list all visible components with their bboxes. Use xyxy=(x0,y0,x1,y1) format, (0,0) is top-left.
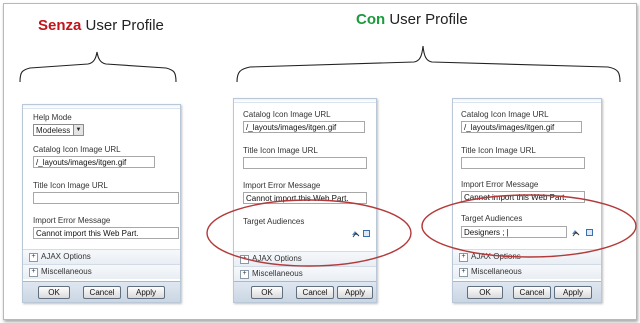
panel-con-empty: Catalog Icon Image URL /_layouts/images/… xyxy=(233,98,377,303)
ajax-options-section[interactable]: + AJAX Options xyxy=(23,249,180,264)
ok-button[interactable]: OK xyxy=(38,286,70,299)
expand-plus-icon[interactable]: + xyxy=(240,270,249,279)
import-error-input[interactable]: Cannot import this Web Part. xyxy=(243,192,367,204)
catalog-icon-input[interactable]: /_layouts/images/itgen.gif xyxy=(461,121,582,133)
catalog-icon-label: Catalog Icon Image URL xyxy=(461,110,549,119)
left-curly-bracket xyxy=(19,51,177,83)
button-bar: OK Cancel Apply xyxy=(234,281,376,302)
miscellaneous-section[interactable]: + Miscellaneous xyxy=(23,264,180,279)
import-error-input[interactable]: Cannot import this Web Part. xyxy=(33,227,179,239)
help-mode-select[interactable]: Modeless ▼ xyxy=(33,124,84,136)
cancel-button[interactable]: Cancel xyxy=(296,286,334,299)
title-icon-input[interactable] xyxy=(33,192,179,204)
miscellaneous-label: Miscellaneous xyxy=(471,267,522,276)
dropdown-arrow-icon: ▼ xyxy=(73,125,83,135)
catalog-icon-label: Catalog Icon Image URL xyxy=(243,110,331,119)
panel-top-edge xyxy=(453,99,601,103)
check-names-icon[interactable] xyxy=(571,228,580,237)
import-error-input[interactable]: Cannot import this Web Part. xyxy=(461,191,585,203)
ajax-options-label: AJAX Options xyxy=(252,254,302,263)
panel-top-edge xyxy=(234,99,376,103)
miscellaneous-label: Miscellaneous xyxy=(41,267,92,276)
catalog-icon-input[interactable]: /_layouts/images/itgen.gif xyxy=(243,121,365,133)
help-mode-value: Modeless xyxy=(36,126,71,135)
expand-plus-icon[interactable]: + xyxy=(29,268,38,277)
ajax-options-section[interactable]: + AJAX Options xyxy=(234,251,376,266)
panel-top-edge xyxy=(23,105,180,109)
miscellaneous-section[interactable]: + Miscellaneous xyxy=(234,266,376,281)
target-audiences-label: Target Audiences xyxy=(461,214,523,223)
panel-con-filled: Catalog Icon Image URL /_layouts/images/… xyxy=(452,98,602,303)
title-icon-input[interactable] xyxy=(243,157,367,169)
miscellaneous-section[interactable]: + Miscellaneous xyxy=(453,264,601,279)
title-icon-input[interactable] xyxy=(461,157,585,169)
apply-button[interactable]: Apply xyxy=(337,286,373,299)
title-icon-label: Title Icon Image URL xyxy=(33,181,108,190)
ok-button[interactable]: OK xyxy=(251,286,283,299)
browse-book-icon[interactable] xyxy=(362,229,371,238)
miscellaneous-label: Miscellaneous xyxy=(252,269,303,278)
apply-button[interactable]: Apply xyxy=(127,286,165,299)
expand-plus-icon[interactable]: + xyxy=(29,253,38,262)
title-icon-label: Title Icon Image URL xyxy=(243,146,318,155)
import-error-label: Import Error Message xyxy=(461,180,539,189)
ajax-options-label: AJAX Options xyxy=(471,252,521,261)
catalog-icon-input[interactable]: /_layouts/images/itgen.gif xyxy=(33,156,155,168)
import-error-label: Import Error Message xyxy=(243,181,321,190)
title-icon-label: Title Icon Image URL xyxy=(461,146,536,155)
catalog-icon-label: Catalog Icon Image URL xyxy=(33,145,121,154)
cancel-button[interactable]: Cancel xyxy=(83,286,121,299)
help-mode-label: Help Mode xyxy=(33,113,72,122)
right-curly-bracket xyxy=(236,45,621,83)
check-names-icon[interactable] xyxy=(351,229,360,238)
expand-plus-icon[interactable]: + xyxy=(459,268,468,277)
button-bar: OK Cancel Apply xyxy=(23,281,180,302)
apply-button[interactable]: Apply xyxy=(554,286,592,299)
browse-book-icon[interactable] xyxy=(585,228,594,237)
ok-button[interactable]: OK xyxy=(467,286,503,299)
target-audiences-label: Target Audiences xyxy=(243,217,305,226)
import-error-label: Import Error Message xyxy=(33,216,111,225)
ajax-options-section[interactable]: + AJAX Options xyxy=(453,249,601,264)
panel-senza: Help Mode Modeless ▼ Catalog Icon Image … xyxy=(22,104,181,303)
cancel-button[interactable]: Cancel xyxy=(513,286,551,299)
ajax-options-label: AJAX Options xyxy=(41,252,91,261)
button-bar: OK Cancel Apply xyxy=(453,281,601,302)
target-audiences-input[interactable]: Designers ; | xyxy=(461,226,567,238)
expand-plus-icon[interactable]: + xyxy=(240,255,249,264)
expand-plus-icon[interactable]: + xyxy=(459,253,468,262)
